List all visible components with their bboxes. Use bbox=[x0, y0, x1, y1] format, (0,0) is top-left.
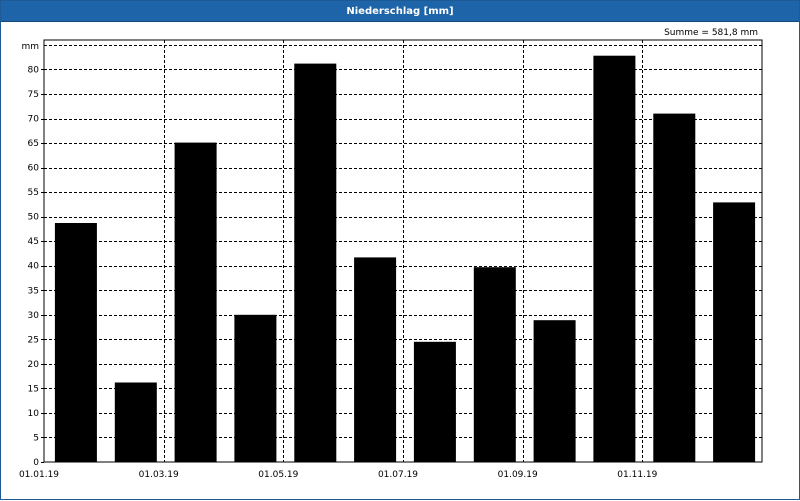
y-tick-label: 5 bbox=[33, 433, 39, 443]
y-tick-label: 60 bbox=[28, 164, 40, 174]
y-tick-label: 75 bbox=[28, 90, 39, 100]
bar-01.01.19 bbox=[54, 223, 97, 462]
bar-01.06.19 bbox=[354, 257, 397, 462]
y-tick-label: 40 bbox=[28, 262, 40, 272]
y-tick-label: 30 bbox=[28, 311, 40, 321]
bar-01.07.19 bbox=[413, 341, 456, 462]
bar-01.11.19 bbox=[653, 113, 696, 462]
y-tick-label: 0 bbox=[33, 458, 39, 468]
x-tick-label: 01.09.19 bbox=[498, 470, 538, 480]
y-tick-label: 50 bbox=[28, 213, 40, 223]
x-tick-label: 01.05.19 bbox=[258, 470, 298, 480]
y-tick-label: 45 bbox=[28, 237, 39, 247]
y-tick-label: 70 bbox=[28, 115, 40, 125]
y-tick-label: 55 bbox=[28, 188, 39, 198]
bar-01.05.19 bbox=[294, 63, 337, 462]
y-tick-label: 35 bbox=[28, 286, 39, 296]
chart-window: Niederschlag [mm] 0 5 10 15 20 25 30 35 40 45 50 55… bbox=[0, 0, 800, 500]
x-tick-label: 01.03.19 bbox=[139, 470, 179, 480]
bar-01.09.19 bbox=[533, 320, 576, 462]
x-tick-label: 01.07.19 bbox=[378, 470, 418, 480]
bar-01.02.19 bbox=[114, 382, 157, 462]
x-tick-label: 01.01.19 bbox=[19, 470, 59, 480]
bar-01.12.19 bbox=[713, 202, 756, 462]
precipitation-chart: 0 5 10 15 20 25 30 35 40 45 50 55 60 65 70 75 80 mm 01.01.… bbox=[19, 28, 763, 480]
y-tick-label: 20 bbox=[28, 360, 40, 370]
bar-01.08.19 bbox=[473, 267, 516, 462]
x-tick-label: 01.11.19 bbox=[617, 470, 657, 480]
y-axis-label: mm bbox=[21, 42, 39, 52]
y-tick-label: 15 bbox=[28, 384, 39, 394]
summary-label: Summe = 581,8 mm bbox=[664, 28, 758, 38]
bar-01.10.19 bbox=[593, 55, 636, 462]
y-tick-label: 10 bbox=[28, 409, 40, 419]
y-tick-label: 65 bbox=[28, 139, 39, 149]
y-tick-label: 25 bbox=[28, 335, 39, 345]
bar-01.03.19 bbox=[174, 142, 217, 462]
y-tick-label: 80 bbox=[28, 65, 40, 75]
bar-01.04.19 bbox=[234, 314, 277, 462]
